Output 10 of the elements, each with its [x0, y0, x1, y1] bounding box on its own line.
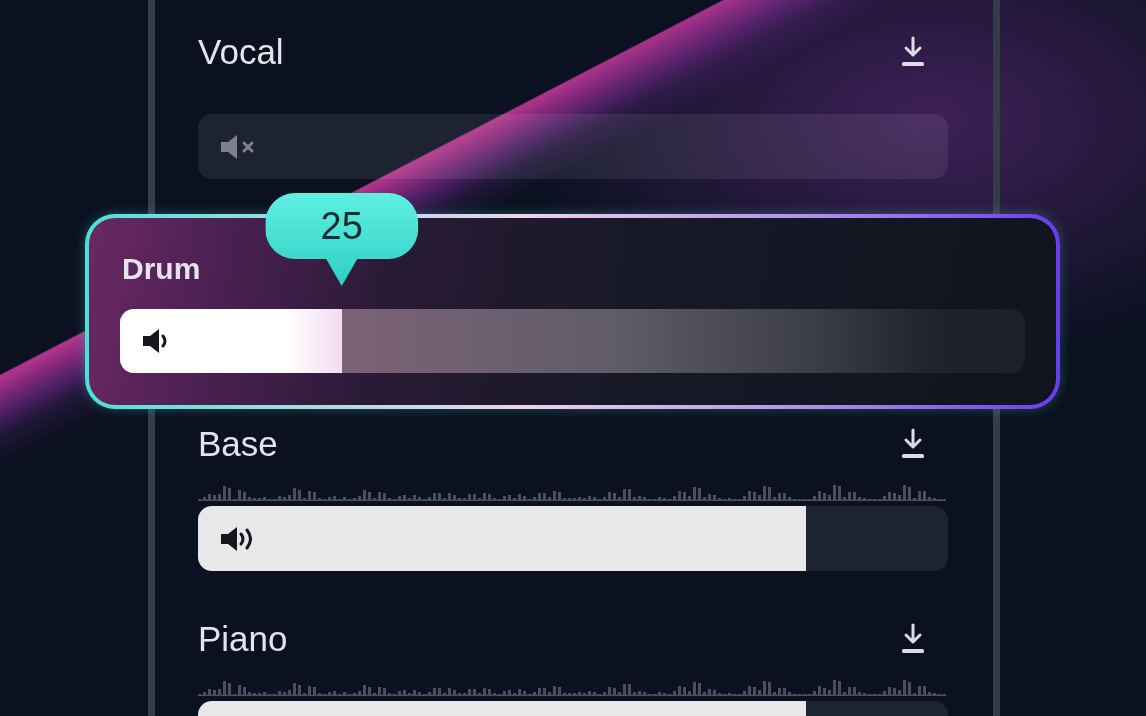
volume-track[interactable]: [198, 114, 948, 179]
download-icon[interactable]: [901, 623, 925, 655]
download-icon[interactable]: [901, 36, 925, 68]
download-icon[interactable]: [901, 428, 925, 460]
value-tooltip: 25: [265, 193, 419, 286]
volume-track[interactable]: [198, 506, 948, 571]
stem-name: Vocal: [198, 32, 284, 72]
stem-name: Base: [198, 424, 278, 464]
stem-name: Drum: [122, 252, 201, 286]
stem-name: Piano: [198, 619, 288, 659]
